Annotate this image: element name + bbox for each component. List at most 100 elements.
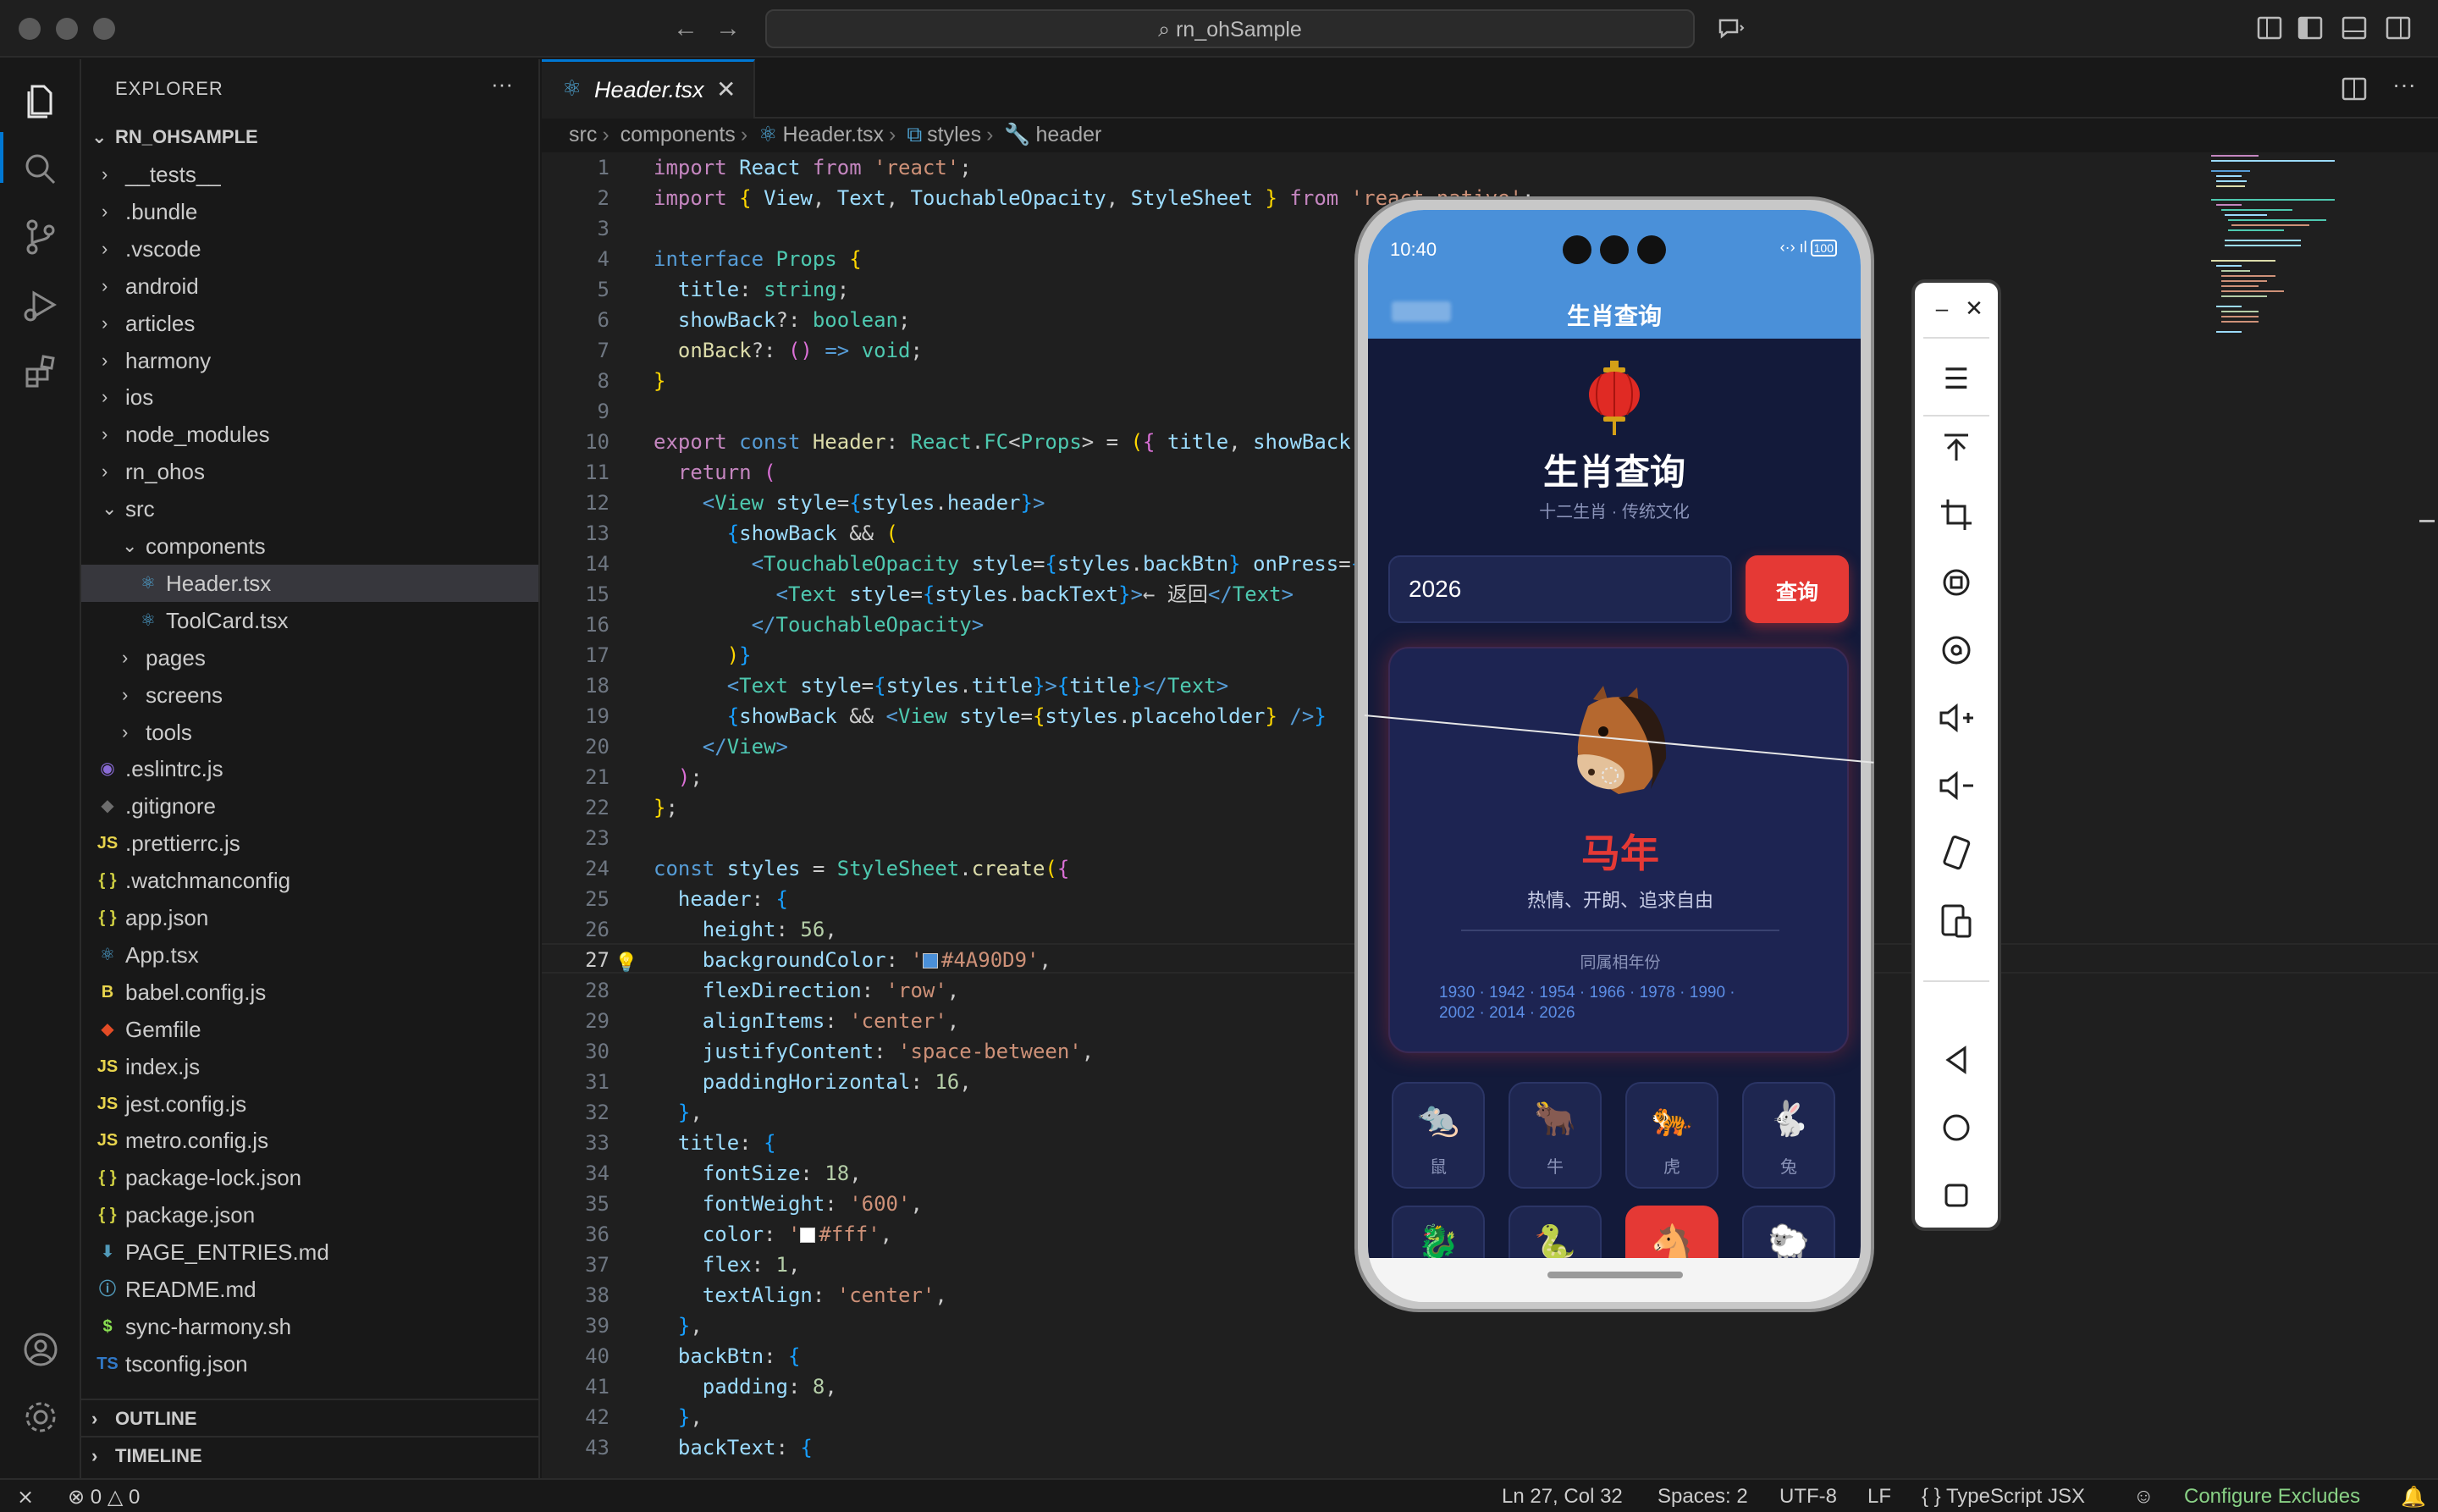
tree-file[interactable]: ⬇ PAGE_ENTRIES.md xyxy=(81,1233,538,1271)
color-swatch[interactable] xyxy=(800,1228,816,1243)
tree-file[interactable]: TS tsconfig.json xyxy=(81,1345,538,1382)
toggle-secondary-sidebar-icon[interactable] xyxy=(2384,14,2413,42)
more-actions-icon[interactable]: ··· xyxy=(2392,71,2416,98)
tab-header-tsx[interactable]: ⚛ Header.tsx ✕ xyxy=(542,59,755,119)
tree-file[interactable]: $ sync-harmony.sh xyxy=(81,1308,538,1345)
tree-folder[interactable]: › ios xyxy=(81,378,538,416)
year-input[interactable]: 2026 xyxy=(1388,555,1732,623)
explorer-icon[interactable] xyxy=(20,81,61,122)
forward-arrow-icon[interactable]: → xyxy=(711,12,745,46)
tree-file[interactable]: { } package.json xyxy=(81,1196,538,1233)
settings-gear-icon[interactable] xyxy=(20,1397,61,1438)
breadcrumb-styles[interactable]: styles xyxy=(927,123,981,146)
tree-file[interactable]: { } app.json xyxy=(81,899,538,936)
toggle-panel-icon[interactable] xyxy=(2340,14,2369,42)
tree-file[interactable]: ◆ .gitignore xyxy=(81,787,538,825)
language-mode[interactable]: { } TypeScript JSX xyxy=(1922,1485,2085,1509)
phone-screen[interactable]: 10:40 ‹·› ıl100 生肖查询 生肖查询 十二生肖 · 传统文化 2 xyxy=(1368,210,1861,1302)
close-tab-icon[interactable]: ✕ xyxy=(716,75,736,103)
command-center-search[interactable]: ⌕ rn_ohSample xyxy=(765,9,1695,48)
tree-folder[interactable]: › .bundle xyxy=(81,193,538,230)
breadcrumb-header[interactable]: header xyxy=(1036,123,1102,146)
back-triangle-icon[interactable] xyxy=(1934,1038,1978,1082)
configure-excludes[interactable]: Configure Excludes xyxy=(2184,1485,2360,1509)
editor-scrollbar[interactable] xyxy=(2418,152,2435,1478)
tree-file[interactable]: ⚛ ToolCard.tsx xyxy=(81,602,538,639)
search-icon[interactable] xyxy=(20,149,61,190)
toggle-primary-sidebar-icon[interactable] xyxy=(2296,14,2325,42)
tree-file[interactable]: Bbabel.config.js xyxy=(81,974,538,1011)
customize-layout-icon[interactable] xyxy=(2255,14,2284,42)
tree-file[interactable]: ◉ .eslintrc.js xyxy=(81,750,538,787)
tree-folder[interactable]: ⌄ components xyxy=(81,527,538,565)
account-icon[interactable] xyxy=(20,1329,61,1370)
volume-down-icon[interactable] xyxy=(1934,764,1978,808)
home-circle-icon[interactable] xyxy=(1934,1106,1978,1150)
breadcrumb-components[interactable]: components xyxy=(621,123,736,146)
crop-icon[interactable] xyxy=(1934,493,1978,537)
tree-file[interactable]: { } package-lock.json xyxy=(81,1159,538,1196)
end-of-line[interactable]: LF xyxy=(1867,1485,1891,1509)
notifications-bell-icon[interactable]: 🔔 xyxy=(2401,1485,2426,1509)
tree-file[interactable]: { } .watchmanconfig xyxy=(81,862,538,899)
split-editor-icon[interactable] xyxy=(2340,74,2369,103)
rotate-icon[interactable] xyxy=(1934,560,1978,604)
tree-folder[interactable]: › pages xyxy=(81,639,538,676)
outline-section[interactable]: › OUTLINE xyxy=(81,1399,538,1436)
tree-folder[interactable]: › .vscode xyxy=(81,230,538,268)
zodiac-cell[interactable]: 🐍 xyxy=(1509,1206,1602,1258)
explorer-root[interactable]: ⌄ RN_OHSAMPLE xyxy=(81,119,538,156)
zodiac-cell[interactable]: 🐇 兔 xyxy=(1742,1082,1835,1189)
remote-icon[interactable]: ⨯ xyxy=(17,1485,34,1509)
pin-top-icon[interactable] xyxy=(1934,425,1978,469)
explorer-more-button[interactable]: ··· xyxy=(491,71,513,97)
zodiac-cell[interactable]: 🐴 xyxy=(1625,1206,1718,1258)
recents-square-icon[interactable] xyxy=(1934,1173,1978,1217)
zodiac-cell[interactable]: 🐂 牛 xyxy=(1509,1082,1602,1189)
cursor-position[interactable]: Ln 27, Col 32 xyxy=(1502,1485,1623,1509)
screenshot-icon[interactable] xyxy=(1934,899,1978,943)
close-icon[interactable]: ✕ xyxy=(1952,286,1996,330)
menu-icon[interactable]: ☰ xyxy=(1934,357,1978,401)
timeline-section[interactable]: › TIMELINE xyxy=(81,1436,538,1473)
close-window-button[interactable] xyxy=(19,18,41,40)
zodiac-cell[interactable]: 🐉 xyxy=(1392,1206,1485,1258)
tree-folder[interactable]: › screens xyxy=(81,676,538,714)
encoding[interactable]: UTF-8 xyxy=(1779,1485,1837,1509)
breadcrumb-file[interactable]: Header.tsx xyxy=(783,123,885,146)
tree-folder[interactable]: › __tests__ xyxy=(81,156,538,193)
home-indicator[interactable] xyxy=(1547,1272,1683,1278)
minimize-window-button[interactable] xyxy=(56,18,78,40)
back-arrow-icon[interactable]: ← xyxy=(669,12,703,46)
tree-folder[interactable]: › rn_ohos xyxy=(81,453,538,490)
tree-folder[interactable]: › node_modules xyxy=(81,416,538,453)
zoom-window-button[interactable] xyxy=(93,18,115,40)
tree-file[interactable]: ⓘ README.md xyxy=(81,1271,538,1308)
tree-folder[interactable]: ⌄ src xyxy=(81,490,538,527)
tree-file[interactable]: ⚛ Header.tsx xyxy=(81,564,538,602)
tree-file[interactable]: JS metro.config.js xyxy=(81,1122,538,1159)
rotate-device-icon[interactable] xyxy=(1934,831,1978,875)
tree-file[interactable]: ◆ Gemfile xyxy=(81,1011,538,1048)
location-icon[interactable] xyxy=(1934,628,1978,672)
tree-folder[interactable]: › articles xyxy=(81,305,538,342)
extensions-icon[interactable] xyxy=(20,352,61,393)
tree-folder[interactable]: › android xyxy=(81,268,538,305)
minimap[interactable] xyxy=(2208,152,2343,339)
breadcrumb-src[interactable]: src xyxy=(569,123,597,146)
copilot-icon[interactable]: ☺ xyxy=(2133,1485,2154,1509)
tree-file[interactable]: JS index.js xyxy=(81,1048,538,1085)
indentation[interactable]: Spaces: 2 xyxy=(1658,1485,1748,1509)
tree-folder[interactable]: › harmony xyxy=(81,342,538,379)
run-debug-icon[interactable] xyxy=(20,284,61,325)
volume-up-icon[interactable] xyxy=(1934,696,1978,740)
tree-file[interactable]: JS jest.config.js xyxy=(81,1085,538,1123)
zodiac-cell[interactable]: 🐑 xyxy=(1742,1206,1835,1258)
tree-file[interactable]: JS .prettierrc.js xyxy=(81,825,538,862)
source-control-icon[interactable] xyxy=(20,217,61,257)
copilot-chat-icon[interactable] xyxy=(1717,14,1746,42)
problems-indicator[interactable]: ⊗ 0 △ 0 xyxy=(68,1485,140,1509)
color-swatch[interactable] xyxy=(922,953,938,968)
query-button[interactable]: 查询 xyxy=(1746,555,1849,623)
zodiac-cell[interactable]: 🐅 虎 xyxy=(1625,1082,1718,1189)
